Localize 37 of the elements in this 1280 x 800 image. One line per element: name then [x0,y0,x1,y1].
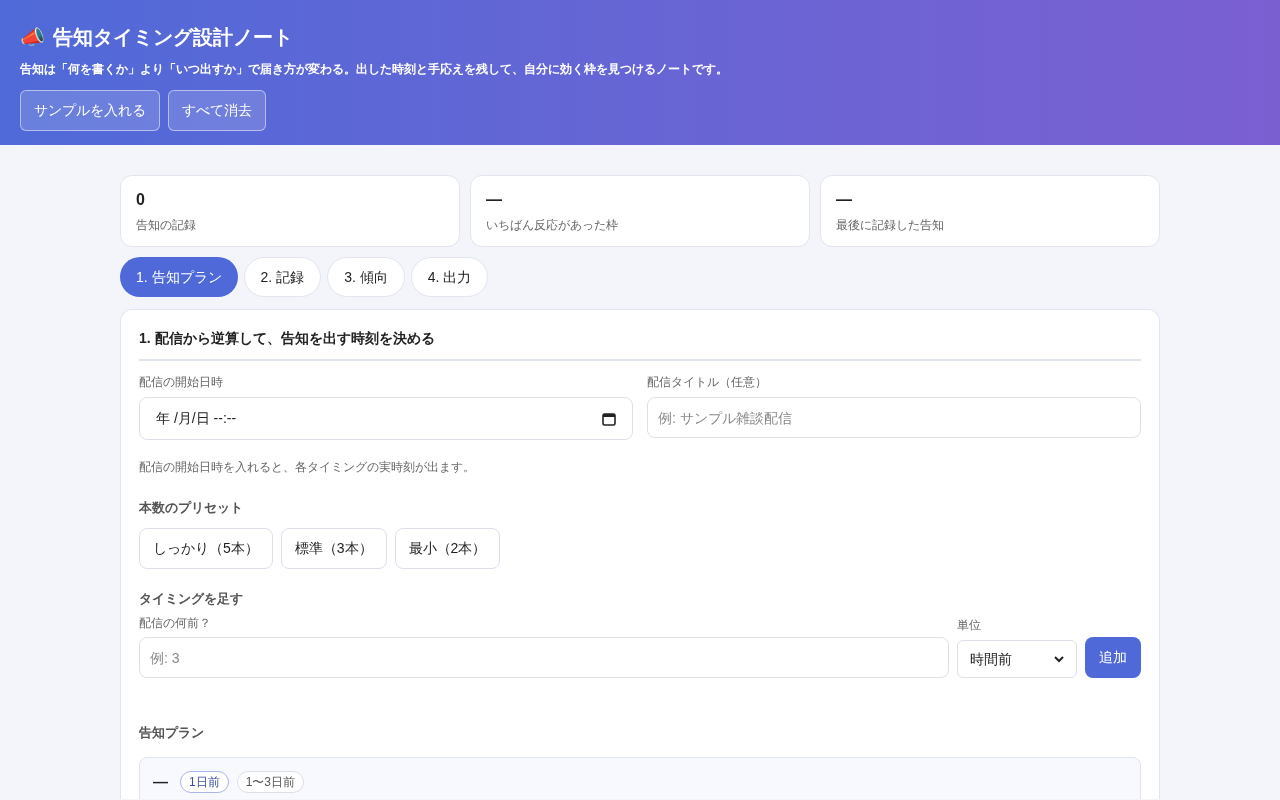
header-button[interactable]: すべて消去 [168,90,266,131]
preset-button[interactable]: 標準（3本） [280,527,387,569]
add-button[interactable]: 追加 [1085,637,1141,678]
tab[interactable]: 3. 傾向 [327,257,405,297]
datetime-field[interactable]: 年 /月/日 --:-- [139,397,633,440]
section-label: タイミングを足す [139,589,244,608]
timing-tag: 1日前 [180,770,229,793]
stat-value: — [836,190,853,210]
preset-button[interactable]: しっかり（5本） [139,527,273,569]
section-label: 告知プラン [139,724,205,742]
megaphone-icon: 📣 [20,27,45,47]
calendar-icon [602,411,616,426]
stat-label: 告知の記録 [136,217,197,234]
panel-heading: 1. 配信から逆算して、告知を出す時刻を決める [139,328,1141,361]
header-button[interactable]: サンプルを入れる [20,90,160,131]
title-field[interactable]: 例: サンプル雑談配信 [647,397,1141,438]
tab[interactable]: 2. 記録 [243,257,322,297]
field-label: 配信タイトル（任意） [647,374,768,391]
app-title: 告知タイミング設計ノート [53,25,293,50]
timing-tag: 1〜3日前 [236,770,305,793]
preset-button[interactable]: 最小（2本） [394,527,501,569]
plan-time: — [153,771,168,792]
hint-text: 配信の開始日時を入れると、各タイミングの実時刻が出ます。 [139,459,476,476]
stat-label: 最後に記録した告知 [836,217,945,234]
tab[interactable]: 1. 告知プラン [120,257,238,297]
amount-field[interactable]: 例: 3 [139,637,949,678]
field-label: 配信の何前？ [139,615,212,632]
tab[interactable]: 4. 出力 [410,257,489,297]
field-label: 単位 [957,617,982,634]
app-subtitle: 告知は「何を書くか」より「いつ出すか」で届き方が変わる。出した時刻と手応えを残して、自分に効く枠を見つけるノートです。 [20,61,729,78]
stat-value: 0 [136,190,146,210]
stat-value: — [486,190,503,210]
section-label: 本数のプリセット [139,499,244,517]
field-label: 配信の開始日時 [139,374,224,391]
stat-label: いちばん反応があった枠 [486,217,619,234]
unit-select[interactable]: 時間前 [957,640,1077,678]
chevron-down-icon [1054,655,1064,663]
